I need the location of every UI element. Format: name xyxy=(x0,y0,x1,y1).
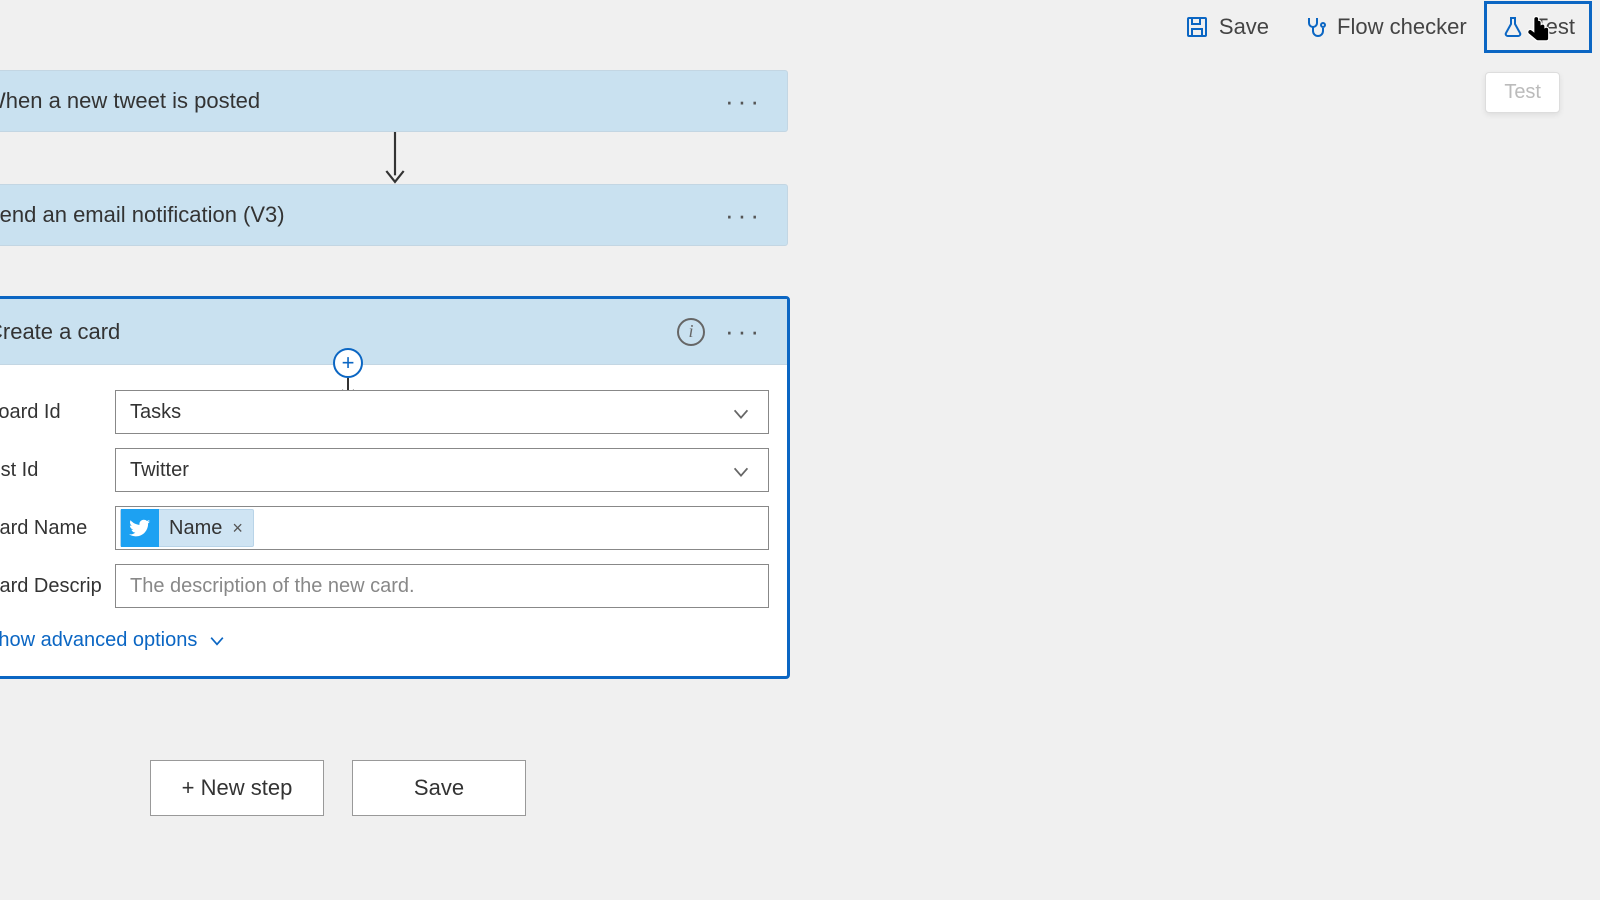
more-icon[interactable]: ··· xyxy=(719,200,769,231)
create-card-title: Create a card xyxy=(0,319,663,345)
remove-token-icon[interactable]: × xyxy=(232,518,243,539)
chevron-down-icon xyxy=(730,403,752,431)
top-toolbar: Save Flow checker Test xyxy=(1168,0,1600,54)
list-id-value: Twitter xyxy=(130,459,189,482)
more-icon[interactable]: ··· xyxy=(719,316,769,347)
save-button[interactable]: Save xyxy=(1168,1,1286,53)
board-id-label: Board Id xyxy=(0,401,101,424)
advanced-options-toggle[interactable]: Show advanced options xyxy=(0,615,787,666)
flow-checker-button[interactable]: Flow checker xyxy=(1286,1,1484,53)
test-button[interactable]: Test xyxy=(1484,1,1592,53)
list-id-select[interactable]: Twitter xyxy=(115,448,769,492)
list-id-label: List Id xyxy=(0,459,101,482)
test-tooltip: Test xyxy=(1485,72,1560,113)
more-icon[interactable]: ··· xyxy=(719,86,769,117)
board-id-value: Tasks xyxy=(130,401,181,424)
save-flow-button[interactable]: Save xyxy=(352,760,526,816)
card-name-input[interactable]: Name × xyxy=(115,506,769,550)
create-card-header[interactable]: Create a card i ··· xyxy=(0,299,787,365)
info-icon[interactable]: i xyxy=(677,318,705,346)
card-desc-row: Card Description The description of the … xyxy=(0,557,787,615)
insert-step-button[interactable]: + xyxy=(333,348,363,378)
arrow-connector-icon xyxy=(0,132,790,184)
card-name-label: Card Name xyxy=(0,517,101,540)
test-label: Test xyxy=(1535,14,1575,40)
token-label: Name xyxy=(169,517,222,540)
chevron-down-icon xyxy=(730,461,752,489)
flow-canvas: When a new tweet is posted ··· Send an e… xyxy=(0,70,790,679)
email-step-card[interactable]: Send an email notification (V3) ··· xyxy=(0,184,788,246)
create-card-body: Board Id Tasks List Id Twitter Card Name xyxy=(0,365,787,676)
trigger-title: When a new tweet is posted xyxy=(0,88,719,114)
chevron-down-icon xyxy=(207,631,227,651)
advanced-options-label: Show advanced options xyxy=(0,629,197,652)
dynamic-token[interactable]: Name × xyxy=(120,509,254,547)
card-name-row: Card Name Name × xyxy=(0,499,787,557)
list-id-row: List Id Twitter xyxy=(0,441,787,499)
board-id-row: Board Id Tasks xyxy=(0,383,787,441)
flask-icon xyxy=(1501,15,1525,39)
bottom-actions: + New step Save xyxy=(150,760,526,816)
card-desc-label: Card Description xyxy=(0,575,101,598)
save-icon xyxy=(1185,15,1209,39)
save-label: Save xyxy=(1219,14,1269,40)
flow-checker-label: Flow checker xyxy=(1337,14,1467,40)
card-desc-input[interactable]: The description of the new card. xyxy=(115,564,769,608)
twitter-icon xyxy=(121,509,159,547)
create-card-step: Create a card i ··· Board Id Tasks List … xyxy=(0,296,790,679)
trigger-step-card[interactable]: When a new tweet is posted ··· xyxy=(0,70,788,132)
stethoscope-icon xyxy=(1303,15,1327,39)
email-title: Send an email notification (V3) xyxy=(0,202,719,228)
board-id-select[interactable]: Tasks xyxy=(115,390,769,434)
card-desc-placeholder: The description of the new card. xyxy=(130,575,415,598)
new-step-button[interactable]: + New step xyxy=(150,760,324,816)
